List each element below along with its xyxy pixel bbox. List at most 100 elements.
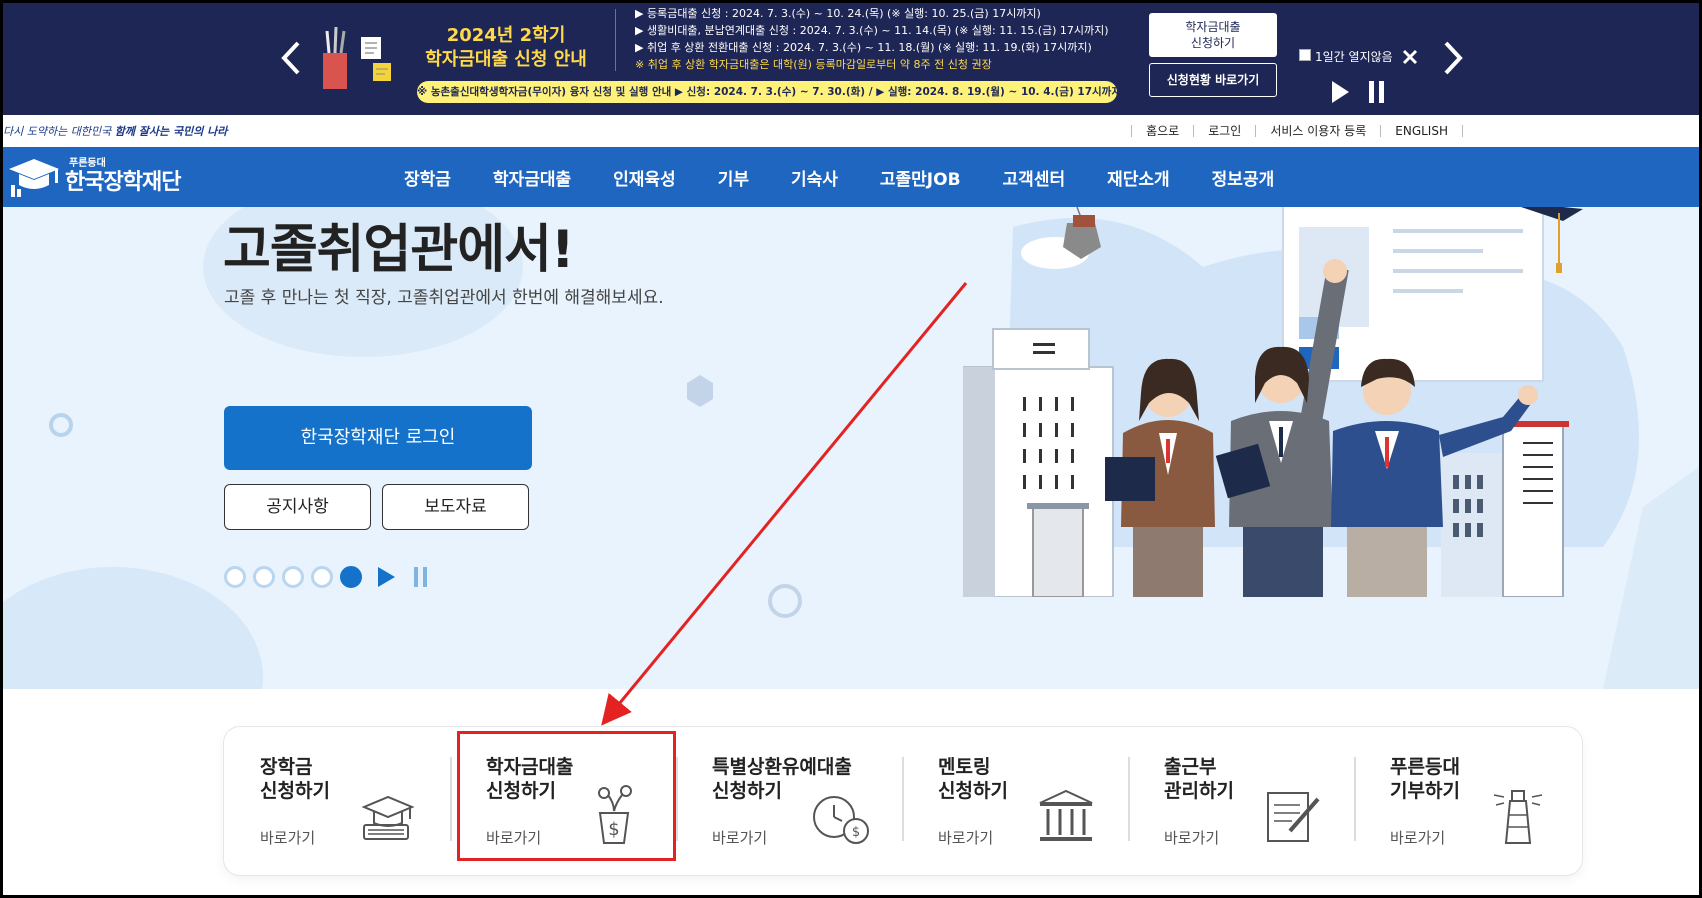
browser-page: 2024년 2학기 학자금대출 신청 안내 ▶ 등록금대출 신청 : 2024.… — [3, 3, 1699, 895]
lighthouse-icon — [1493, 790, 1543, 844]
quick-item-title-line1: 특별상환유예대출 — [712, 756, 852, 778]
quick-item-title: 출근부 관리하기 — [1164, 755, 1234, 803]
quick-item-title-line1: 푸른등대 — [1390, 756, 1460, 778]
banner-divider — [615, 9, 616, 71]
quick-item-title: 멘토링 신청하기 — [938, 755, 1008, 803]
quick-item-link[interactable]: 바로가기 — [938, 827, 993, 848]
utility-bar: 다시 도약하는 대한민국 함께 잘사는 국민의 나라 홈으로 로그인 서비스 이… — [3, 115, 1699, 147]
banner-title: 학자금대출 신청 안내 — [425, 49, 587, 70]
government-slogan: 다시 도약하는 대한민국 함께 잘사는 국민의 나라 — [3, 123, 227, 139]
quick-scholarship-apply[interactable]: 장학금 신청하기 바로가기 — [224, 727, 450, 875]
banner-prev-button[interactable] — [276, 33, 306, 83]
gnb-menu: 장학금 학자금대출 인재육성 기부 기숙사 고졸만JOB 고객센터 재단소개 정… — [383, 147, 1295, 207]
slogan-part-1: 다시 도약하는 대한민국 — [3, 125, 112, 138]
main-navigation: 푸른등대 한국장학재단 장학금 학자금대출 인재육성 기부 기숙사 고졸만JOB… — [3, 147, 1699, 207]
play-icon[interactable] — [1329, 79, 1351, 105]
menu-student-loan[interactable]: 학자금대출 — [472, 165, 592, 190]
divider — [1462, 124, 1463, 137]
banner-schedule-list: ▶ 등록금대출 신청 : 2024. 7. 3.(수) ~ 10. 24.(목)… — [635, 5, 1135, 73]
graduation-cap-icon — [361, 795, 415, 840]
quick-menu: 장학금 신청하기 바로가기 학자금대출 신청하기 바로가기 $ 특별상환유예대출… — [224, 727, 1582, 875]
carousel-dot[interactable] — [311, 566, 333, 588]
loan-apply-button-line1: 학자금대출 — [1185, 20, 1241, 34]
quick-item-link[interactable]: 바로가기 — [486, 827, 541, 848]
chevron-right-icon — [1444, 41, 1463, 75]
menu-donation[interactable]: 기부 — [697, 165, 770, 190]
pause-icon[interactable] — [1366, 79, 1388, 105]
loan-apply-button[interactable]: 학자금대출 신청하기 — [1149, 13, 1277, 57]
quick-student-loan-apply[interactable]: 학자금대출 신청하기 바로가기 $ — [450, 727, 676, 875]
divider — [1193, 124, 1195, 137]
quick-donation[interactable]: 푸른등대 기부하기 바로가기 — [1354, 727, 1580, 875]
english-link[interactable]: ENGLISH — [1395, 124, 1448, 138]
institution-icon — [1039, 789, 1093, 841]
menu-scholarship[interactable]: 장학금 — [383, 165, 472, 190]
logo-title: 한국장학재단 — [65, 170, 181, 195]
svg-text:$: $ — [852, 825, 860, 840]
students-building-illustration — [963, 207, 1583, 597]
pause-icon[interactable] — [411, 565, 431, 589]
menu-dormitory[interactable]: 기숙사 — [770, 165, 859, 190]
close-icon[interactable] — [1398, 45, 1422, 69]
quick-item-title: 학자금대출 신청하기 — [486, 755, 573, 803]
banner-schedule-line: ▶ 등록금대출 신청 : 2024. 7. 3.(수) ~ 10. 24.(목)… — [635, 7, 1041, 20]
quick-item-link[interactable]: 바로가기 — [1164, 827, 1219, 848]
hide-one-day-label: 1일간 열지않음 — [1315, 50, 1393, 64]
menu-about[interactable]: 재단소개 — [1086, 165, 1191, 190]
banner-title-year: 2024년 2학기 — [446, 25, 566, 46]
quick-mentoring-apply[interactable]: 멘토링 신청하기 바로가기 — [902, 727, 1128, 875]
carousel-dot[interactable] — [282, 566, 304, 588]
kosaf-login-button[interactable]: 한국장학재단 로그인 — [224, 406, 532, 470]
quick-item-link[interactable]: 바로가기 — [1390, 827, 1445, 848]
divider — [1131, 124, 1133, 137]
banner-notice-pill[interactable]: ※ 농촌출신대학생학자금(무이자) 융자 신청 및 실행 안내 ▶ 신청: 20… — [417, 81, 1117, 103]
quick-item-title-line1: 학자금대출 — [486, 756, 574, 778]
menu-high-school-job[interactable]: 고졸만JOB — [859, 165, 982, 190]
banner-warning: ※ 취업 후 상환 학자금대출은 대학(원) 등록마감일로부터 약 8주 전 신… — [635, 58, 992, 71]
quick-special-deferment-loan-apply[interactable]: 특별상환유예대출 신청하기 바로가기 $ — [676, 727, 902, 875]
quick-item-title-line1: 장학금 — [260, 756, 313, 778]
quick-item-title-line2: 관리하기 — [1164, 780, 1234, 802]
banner-schedule-line: ▶ 생활비대출, 분납연계대출 신청 : 2024. 7. 3.(수) ~ 11… — [635, 24, 1109, 37]
quick-item-link[interactable]: 바로가기 — [712, 827, 767, 848]
quick-item-title-line2: 신청하기 — [486, 780, 556, 802]
hero-title: 고졸취업관에서! — [223, 220, 575, 280]
quick-item-title-line2: 신청하기 — [938, 780, 1008, 802]
press-release-button[interactable]: 보도자료 — [382, 484, 529, 530]
quick-item-title-line1: 멘토링 — [938, 756, 991, 778]
login-link[interactable]: 로그인 — [1208, 122, 1241, 139]
hero-subtitle: 고졸 후 만나는 첫 직장, 고졸취업관에서 한번에 해결해보세요. — [224, 288, 664, 308]
divider — [1255, 124, 1257, 137]
logo-text: 푸른등대 한국장학재단 — [65, 158, 181, 196]
banner-next-button[interactable] — [1438, 33, 1468, 83]
carousel-dot[interactable] — [253, 566, 275, 588]
clock-coin-icon: $ — [813, 796, 869, 844]
slogan-part-2: 함께 잘사는 국민의 나라 — [114, 125, 228, 138]
quick-menu-section: 장학금 신청하기 바로가기 학자금대출 신청하기 바로가기 $ 특별상환유예대출… — [3, 689, 1699, 895]
loan-apply-button-line2: 신청하기 — [1190, 36, 1236, 50]
carousel-dot[interactable] — [224, 566, 246, 588]
divider — [1380, 124, 1382, 137]
application-status-button[interactable]: 신청현황 바로가기 — [1149, 63, 1277, 97]
carousel-controls — [224, 565, 431, 589]
logo-subtitle: 푸른등대 — [69, 158, 106, 169]
stationery-illustration-icon — [323, 26, 391, 89]
notepad-pen-icon — [1267, 792, 1320, 842]
quick-item-link[interactable]: 바로가기 — [260, 827, 315, 848]
graduation-cap-logo-icon — [9, 159, 59, 197]
notice-button[interactable]: 공지사항 — [224, 484, 371, 530]
play-icon[interactable] — [375, 565, 397, 589]
home-link[interactable]: 홈으로 — [1146, 122, 1179, 139]
menu-talent[interactable]: 인재육성 — [592, 165, 697, 190]
quick-item-title-line2: 신청하기 — [260, 780, 330, 802]
menu-disclosure[interactable]: 정보공개 — [1191, 165, 1296, 190]
hide-one-day-checkbox[interactable] — [1299, 49, 1311, 61]
utility-menu: 홈으로 로그인 서비스 이용자 등록 ENGLISH — [1117, 122, 1477, 139]
banner-schedule-line: ▶ 취업 후 상환 전환대출 신청 : 2024. 7. 3.(수) ~ 11.… — [635, 41, 1092, 54]
service-register-link[interactable]: 서비스 이용자 등록 — [1270, 122, 1366, 139]
menu-customer-center[interactable]: 고객센터 — [982, 165, 1087, 190]
quick-attendance-manage[interactable]: 출근부 관리하기 바로가기 — [1128, 727, 1354, 875]
kosaf-logo[interactable]: 푸른등대 한국장학재단 — [5, 153, 195, 201]
carousel-dot-active[interactable] — [340, 566, 362, 588]
svg-text:$: $ — [608, 819, 619, 840]
